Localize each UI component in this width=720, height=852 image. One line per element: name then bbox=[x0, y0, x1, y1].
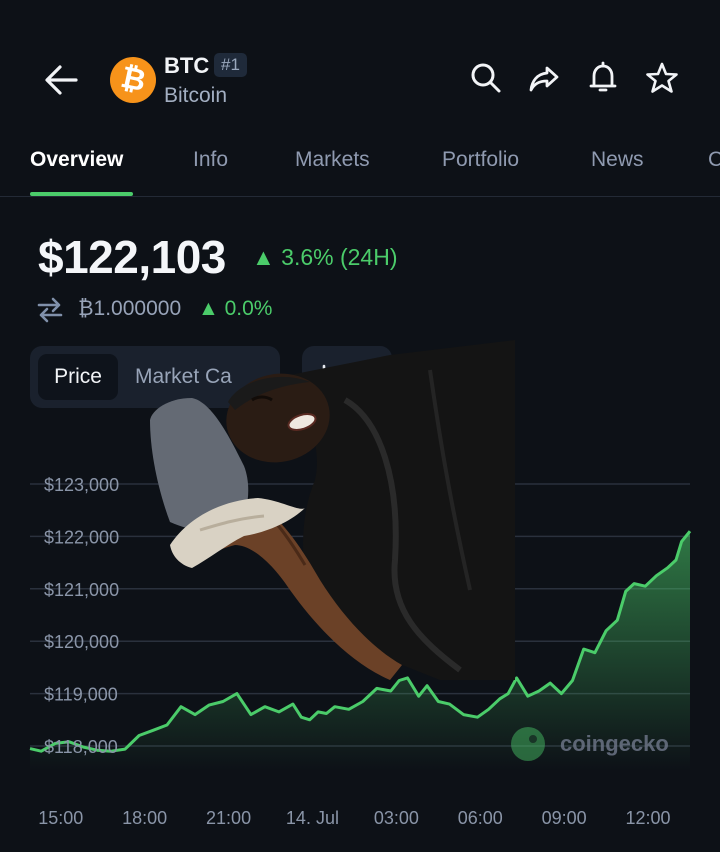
watermark-text: coingecko bbox=[560, 731, 669, 756]
btc-value: ₿1.000000 bbox=[78, 297, 182, 320]
y-tick-label: $121,000 bbox=[44, 580, 119, 600]
meme-sticker-image bbox=[150, 340, 515, 680]
coin-logo: ₿ bbox=[110, 57, 156, 103]
watchlist-button[interactable] bbox=[644, 60, 680, 96]
search-button[interactable] bbox=[468, 60, 504, 96]
coin-symbol: BTC bbox=[164, 53, 210, 78]
share-button[interactable] bbox=[526, 60, 562, 96]
x-tick-label: 15:00 bbox=[38, 808, 83, 828]
notifications-button[interactable] bbox=[585, 60, 621, 96]
back-button[interactable] bbox=[40, 58, 84, 102]
coingecko-watermark: coingecko bbox=[511, 727, 669, 761]
y-tick-label: $123,000 bbox=[44, 475, 119, 495]
y-tick-label: $122,000 bbox=[44, 527, 119, 547]
tab-markets[interactable]: Markets bbox=[295, 148, 370, 172]
x-tick-label: 14. Jul bbox=[286, 808, 339, 828]
y-tick-label: $119,000 bbox=[44, 685, 118, 705]
bitcoin-icon: ₿ bbox=[117, 59, 149, 100]
tab-info[interactable]: Info bbox=[193, 148, 228, 172]
y-tick-label: $118,000 bbox=[44, 737, 118, 757]
x-tick-label: 21:00 bbox=[206, 808, 251, 828]
star-icon bbox=[646, 62, 678, 93]
rank-badge: #1 bbox=[214, 53, 247, 77]
tab-more[interactable]: C bbox=[708, 148, 720, 172]
y-tick-label: $120,000 bbox=[44, 632, 119, 652]
tab-divider bbox=[0, 196, 720, 197]
swap-icon bbox=[36, 296, 64, 324]
x-tick-label: 06:00 bbox=[458, 808, 503, 828]
search-icon bbox=[471, 63, 501, 93]
btc-value-change: ▲ 0.0% bbox=[198, 297, 273, 320]
x-tick-label: 09:00 bbox=[542, 808, 587, 828]
arrow-left-icon bbox=[45, 65, 78, 95]
x-tick-label: 03:00 bbox=[374, 808, 419, 828]
bell-icon bbox=[589, 61, 617, 92]
tab-portfolio[interactable]: Portfolio bbox=[442, 148, 519, 172]
price-change-24h: ▲ 3.6% (24H) bbox=[252, 244, 398, 270]
price-toggle[interactable]: Price bbox=[38, 354, 118, 400]
x-tick-label: 18:00 bbox=[122, 808, 167, 828]
tab-overview[interactable]: Overview bbox=[30, 148, 123, 172]
current-price: $122,103 bbox=[38, 231, 226, 283]
coin-name: Bitcoin bbox=[164, 84, 228, 107]
share-icon bbox=[529, 66, 559, 92]
x-tick-label: 12:00 bbox=[626, 808, 671, 828]
tab-news[interactable]: News bbox=[591, 148, 644, 172]
